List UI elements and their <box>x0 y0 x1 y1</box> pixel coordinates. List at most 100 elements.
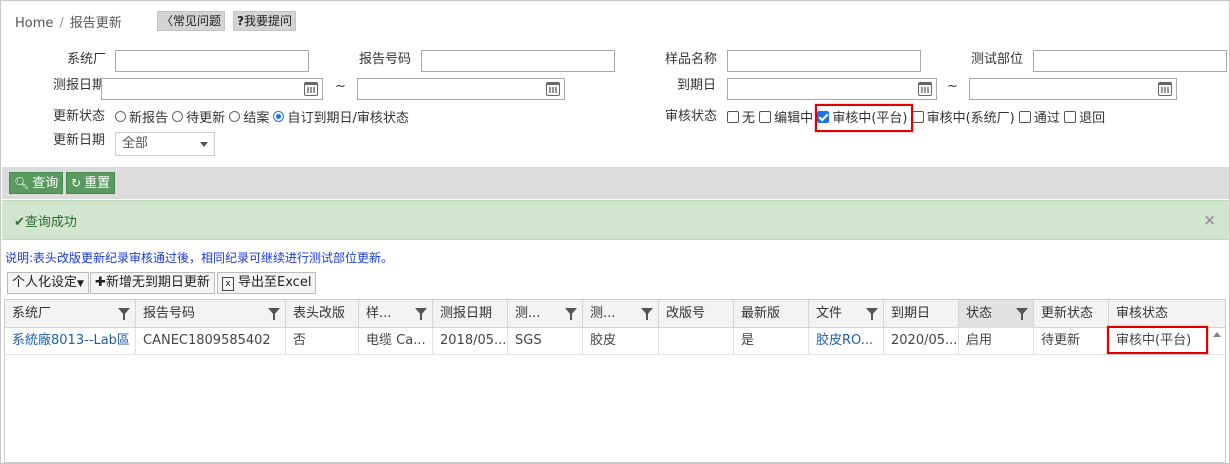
col-header-revision-no[interactable]: 改版号 <box>659 300 734 328</box>
checkbox-returned[interactable]: 退回 <box>1064 107 1105 126</box>
add-no-due-date-button[interactable]: ✚新增无到期日更新 <box>90 272 215 294</box>
col-header-due-date[interactable]: 到期日 <box>884 300 959 328</box>
question-icon: ? <box>237 14 244 28</box>
test-part-input[interactable] <box>1033 50 1227 72</box>
checkbox-none[interactable]: 无 <box>727 107 755 126</box>
export-label: 导出至Excel <box>238 275 312 290</box>
add-new-label: 新增无到期日更新 <box>105 275 210 290</box>
radio-new-report[interactable]: 新报告 <box>115 107 168 126</box>
col-header-status[interactable]: 状态 <box>959 300 1034 328</box>
radio-label: 待更新 <box>186 111 226 126</box>
filter-icon[interactable] <box>866 308 878 320</box>
highlight-box-review-cell <box>1107 326 1208 354</box>
reset-button[interactable]: ↻ 重置 <box>66 172 116 194</box>
excel-icon: x <box>222 277 234 291</box>
col-header-test-part[interactable]: 测... <box>583 300 659 328</box>
personalize-dropdown[interactable]: 个人化设定▼ <box>7 272 89 294</box>
date-range-tilde: ~ <box>335 79 346 94</box>
close-icon[interactable]: × <box>1203 211 1216 229</box>
checkbox-label: 编辑中 <box>774 111 814 126</box>
col-header-update-status[interactable]: 更新状态 <box>1034 300 1109 328</box>
checkbox-editing[interactable]: 编辑中 <box>759 107 813 126</box>
col-header-sample[interactable]: 样... <box>359 300 433 328</box>
filter-icon[interactable] <box>1016 308 1028 320</box>
col-header-header-revision[interactable]: 表头改版 <box>286 300 359 328</box>
checkbox-icon[interactable] <box>1018 110 1031 123</box>
cell-file-link[interactable]: 胶皮RO... <box>809 328 884 354</box>
calendar-icon[interactable] <box>546 82 560 96</box>
plus-icon: ✚ <box>95 275 106 290</box>
personalize-label: 个人化设定 <box>12 275 78 290</box>
col-header-review-status[interactable]: 审核状态 <box>1109 300 1225 328</box>
col-header-report-no[interactable]: 报告号码 <box>136 300 286 328</box>
radio-icon[interactable] <box>172 111 184 122</box>
filter-icon[interactable] <box>641 308 653 320</box>
report-date-from-input[interactable] <box>101 78 323 100</box>
radio-pending-update[interactable]: 待更新 <box>172 107 225 126</box>
due-date-to-input[interactable] <box>969 78 1177 100</box>
select-value: 全部 <box>122 136 149 151</box>
ask-question-button[interactable]: ?我要提问 <box>233 11 296 31</box>
cell-update-status: 待更新 <box>1034 328 1109 354</box>
col-header-label: 状态 <box>966 306 993 321</box>
checkbox-passed[interactable]: 通过 <box>1018 107 1060 126</box>
radio-icon[interactable] <box>115 111 126 122</box>
breadcrumb: Home / 报告更新 <box>15 12 122 31</box>
col-header-label: 表头改版 <box>293 306 346 321</box>
breadcrumb-separator: / <box>59 16 64 31</box>
review-status-checkbox-group: 无 编辑中 审核中(平台) 审核中(系统厂) 通过 退回 <box>727 107 1105 127</box>
checkbox-label: 审核中(系统厂) <box>926 111 1015 126</box>
query-button[interactable]: 🔍︎ 查询 <box>9 172 64 194</box>
scroll-up-arrow-icon[interactable] <box>1213 332 1221 337</box>
update-date-select[interactable]: 全部 <box>115 132 215 156</box>
checkbox-label: 无 <box>742 111 756 126</box>
radio-icon[interactable] <box>273 111 285 122</box>
grid-header: 系统厂 报告号码 表头改版 样... 测报日期 测... 测... 改版号 最新… <box>5 300 1225 328</box>
col-header-factory[interactable]: 系统厂 <box>5 300 136 328</box>
caret-down-icon: ▼ <box>77 279 84 289</box>
report-date-to-input[interactable] <box>357 78 565 100</box>
radio-icon[interactable] <box>229 111 241 122</box>
checkbox-icon[interactable] <box>759 110 772 123</box>
cell-report-date: 2018/05... <box>433 328 508 354</box>
col-header-report-date[interactable]: 测报日期 <box>433 300 508 328</box>
factory-input[interactable] <box>115 50 309 72</box>
action-toolbar <box>2 167 1229 199</box>
report-date-label: 测报日期 <box>53 78 106 93</box>
cell-report-no: CANEC1809585402 <box>136 328 286 354</box>
cell-factory[interactable]: 系統廠8013--Lab區 <box>5 328 136 354</box>
filter-icon[interactable] <box>565 308 577 320</box>
due-date-from-input[interactable] <box>727 78 937 100</box>
radio-custom-due-date[interactable]: 自订到期日/审核状态 <box>273 107 409 126</box>
report-no-label: 报告号码 <box>359 52 412 67</box>
filter-icon[interactable] <box>415 308 427 320</box>
col-header-label: 审核状态 <box>1116 306 1169 321</box>
calendar-icon[interactable] <box>1158 82 1172 96</box>
lightbulb-icon: 〈 <box>161 14 174 28</box>
col-header-label: 到期日 <box>891 306 931 321</box>
col-header-latest[interactable]: 最新版 <box>734 300 809 328</box>
faq-button[interactable]: 〈常见问题 <box>157 11 226 31</box>
update-status-label: 更新状态 <box>53 109 106 124</box>
filter-icon[interactable] <box>268 308 280 320</box>
checkbox-icon[interactable] <box>727 110 739 123</box>
breadcrumb-home[interactable]: Home <box>15 16 53 31</box>
checkbox-icon[interactable] <box>911 110 924 123</box>
radio-closed[interactable]: 结案 <box>229 107 269 126</box>
checkbox-icon[interactable] <box>1064 110 1077 123</box>
col-header-file[interactable]: 文件 <box>809 300 884 328</box>
col-header-label: 更新状态 <box>1041 306 1094 321</box>
export-excel-button[interactable]: x 导出至Excel <box>217 272 317 294</box>
filter-icon[interactable] <box>118 308 130 320</box>
calendar-icon[interactable] <box>304 82 318 96</box>
sample-name-input[interactable] <box>727 50 921 72</box>
calendar-icon[interactable] <box>918 82 932 96</box>
checkbox-reviewing-factory[interactable]: 审核中(系统厂) <box>911 107 1015 126</box>
row-divider <box>5 354 1225 355</box>
col-header-label: 报告号码 <box>143 306 196 321</box>
col-header-label: 系统厂 <box>12 306 52 321</box>
cell-test-part: 胶皮 <box>583 328 659 354</box>
update-status-radio-group: 新报告 待更新 结案 自订到期日/审核状态 <box>115 107 409 126</box>
report-no-input[interactable] <box>421 50 615 72</box>
col-header-test-lab[interactable]: 测... <box>508 300 583 328</box>
